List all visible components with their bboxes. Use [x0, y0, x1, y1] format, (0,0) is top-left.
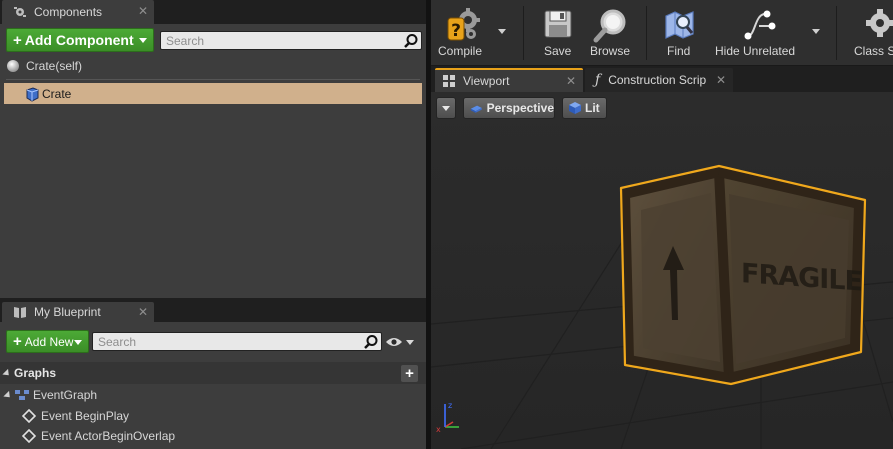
components-tabstrip: Components ✕ [0, 0, 426, 24]
plus-icon: + [405, 365, 414, 382]
toolbar: ? Compile Save Browse Find Hide Unrelate… [431, 0, 893, 66]
view-options-button[interactable] [385, 333, 417, 351]
sphere-icon [7, 60, 19, 72]
find-icon [665, 11, 694, 39]
graphs-section-header[interactable]: Graphs + [0, 362, 426, 384]
add-new-button[interactable]: + Add New [6, 330, 89, 353]
tab-viewport-label: Viewport [463, 74, 510, 88]
tree-divider [6, 79, 420, 80]
find-label: Find [667, 44, 691, 58]
crate-fragile-text: FRAGILE [741, 258, 862, 298]
collapse-arrow-icon[interactable] [3, 390, 13, 400]
svg-text:?: ? [451, 21, 461, 41]
chevron-down-icon [74, 339, 82, 345]
chevron-down-icon [139, 38, 147, 43]
viewport-options-button[interactable] [436, 97, 456, 119]
compile-label: Compile [438, 44, 483, 58]
graphs-section-label: Graphs [14, 366, 57, 380]
browse-label: Browse [590, 44, 631, 58]
blueprint-search-field[interactable] [92, 332, 382, 351]
components-icon [14, 7, 26, 17]
add-graph-button[interactable]: + [401, 365, 418, 382]
close-icon[interactable]: ✕ [566, 74, 576, 88]
add-component-button[interactable]: + Add Component [6, 28, 154, 52]
tab-components[interactable]: Components ✕ [2, 0, 154, 24]
graph-icon [15, 390, 29, 400]
svg-text:z: z [448, 401, 452, 410]
tab-construction-script[interactable]: ƒ Construction Scrip ✕ [585, 68, 733, 92]
lit-label: Lit [585, 101, 600, 115]
right-panel: ? Compile Save Browse Find Hide Unrelate… [431, 0, 893, 449]
close-icon[interactable]: ✕ [138, 4, 148, 18]
class-settings-label: Class S [854, 44, 893, 58]
event-diamond-icon [22, 429, 36, 443]
tab-components-label: Components [34, 5, 103, 19]
components-item-crate[interactable]: Crate [4, 83, 422, 104]
tab-my-blueprint[interactable]: My Blueprint ✕ [2, 302, 154, 322]
tab-construction-label: Construction Scrip [608, 73, 707, 87]
browse-button[interactable]: Browse [585, 0, 637, 66]
toolbar-separator [523, 6, 524, 60]
toolbar-separator [646, 6, 647, 60]
collapse-arrow-icon[interactable] [2, 368, 12, 378]
blueprint-search-input[interactable] [98, 334, 353, 349]
components-root-label: Crate(self) [26, 59, 83, 73]
browse-icon [593, 9, 626, 43]
book-icon [14, 307, 26, 318]
lit-button[interactable]: Lit [562, 97, 607, 119]
close-icon[interactable]: ✕ [138, 305, 148, 319]
svg-text:x: x [436, 425, 441, 434]
search-icon[interactable] [363, 334, 379, 350]
viewport-icon [443, 75, 455, 87]
event-graph-label: EventGraph [33, 388, 98, 402]
components-item-label: Crate [42, 86, 72, 101]
close-icon[interactable]: ✕ [716, 73, 726, 87]
find-button[interactable]: Find [659, 0, 703, 66]
perspective-cube-icon [470, 105, 482, 113]
static-mesh-icon [26, 86, 39, 102]
components-root-row[interactable]: Crate(self) [4, 55, 422, 77]
function-icon: ƒ [595, 72, 601, 88]
compile-icon: ? [447, 8, 480, 41]
left-panel: Components ✕ + Add Component Crate(self)… [0, 0, 426, 449]
event-item-label: Event BeginPlay [41, 409, 130, 423]
chevron-down-icon[interactable] [498, 29, 506, 34]
lit-cube-icon [569, 102, 581, 114]
plus-icon: + [13, 333, 22, 350]
class-settings-button[interactable]: Class S [847, 0, 893, 66]
components-search-field[interactable] [160, 31, 422, 50]
tab-my-blueprint-label: My Blueprint [34, 305, 101, 319]
search-icon[interactable] [403, 33, 419, 49]
chevron-down-icon [442, 105, 450, 111]
editor-tabstrip: Viewport ✕ ƒ Construction Scrip ✕ [431, 66, 893, 92]
my-blueprint-tabstrip: My Blueprint ✕ [0, 298, 426, 322]
hide-unrelated-label: Hide Unrelated [715, 44, 796, 58]
add-new-label: Add New [24, 334, 74, 349]
chevron-down-icon [406, 339, 414, 345]
components-search-input[interactable] [166, 33, 396, 48]
save-label: Save [544, 44, 572, 58]
event-diamond-icon [22, 409, 36, 423]
gear-icon [866, 9, 893, 37]
event-graph-row[interactable]: EventGraph [0, 385, 426, 405]
viewport[interactable]: z x FRAGILE Perspective Lit [431, 92, 893, 449]
tab-viewport[interactable]: Viewport ✕ [435, 68, 583, 92]
event-item-begin-play[interactable]: Event BeginPlay [22, 406, 129, 426]
compile-button[interactable]: ? Compile [433, 0, 491, 66]
add-component-label: Add Component [24, 32, 134, 48]
plus-icon: + [13, 31, 22, 49]
hide-unrelated-icon [744, 10, 776, 40]
eye-icon [386, 338, 402, 346]
chevron-down-icon[interactable] [812, 29, 820, 34]
save-button[interactable]: Save [535, 0, 581, 66]
event-item-actor-begin-overlap[interactable]: Event ActorBeginOverlap [22, 426, 175, 446]
perspective-label: Perspective [486, 101, 554, 115]
perspective-button[interactable]: Perspective [463, 97, 555, 119]
event-item-label: Event ActorBeginOverlap [41, 429, 176, 443]
hide-unrelated-button[interactable]: Hide Unrelated [713, 0, 805, 66]
toolbar-separator [836, 6, 837, 60]
save-icon [544, 10, 572, 38]
